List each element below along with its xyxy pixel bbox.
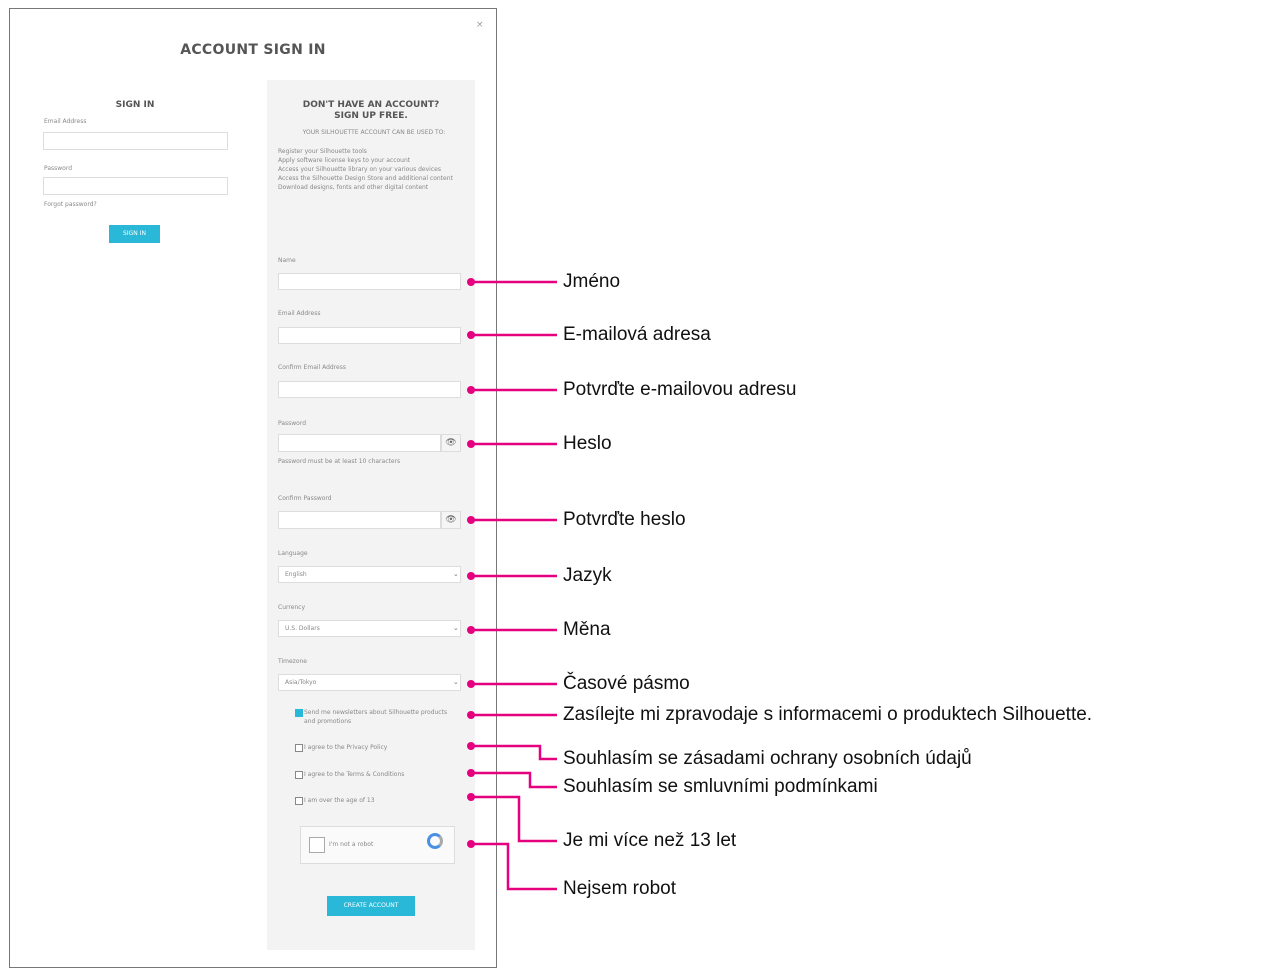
callout-age: Je mi více než 13 let xyxy=(563,830,737,851)
callout-timezone: Časové pásmo xyxy=(563,673,690,694)
callout-privacy: Souhlasím se zásadami ochrany osobních ú… xyxy=(563,748,972,769)
callout-line xyxy=(471,744,557,761)
callout-dot xyxy=(467,278,475,286)
callout-terms: Souhlasím se smluvními podmínkami xyxy=(563,776,878,797)
callout-dot xyxy=(467,793,475,801)
callout-dot xyxy=(467,440,475,448)
callout-confirm-email: Potvrďte e-mailovou adresu xyxy=(563,379,797,400)
callout-line xyxy=(471,795,557,843)
callout-dot xyxy=(467,769,475,777)
callout-dot xyxy=(467,711,475,719)
callout-dot xyxy=(467,572,475,580)
callout-dot xyxy=(467,626,475,634)
callout-dot xyxy=(467,680,475,688)
callout-email: E-mailová adresa xyxy=(563,324,711,345)
callout-confirm-password: Potvrďte heslo xyxy=(563,509,686,530)
callout-line xyxy=(471,842,557,891)
callout-dot xyxy=(467,386,475,394)
callout-dot xyxy=(467,516,475,524)
callout-dot xyxy=(467,742,475,750)
callout-dot xyxy=(467,331,475,339)
callout-lines xyxy=(467,278,557,891)
callout-password: Heslo xyxy=(563,433,612,454)
callout-language: Jazyk xyxy=(563,565,612,586)
callout-currency: Měna xyxy=(563,619,611,640)
callout-line xyxy=(471,771,557,789)
callout-newsletter: Zasílejte mi zpravodaje s informacemi o … xyxy=(563,704,1093,725)
callout-dot xyxy=(467,840,475,848)
callout-name: Jméno xyxy=(563,271,621,292)
callout-robot: Nejsem robot xyxy=(563,878,676,899)
